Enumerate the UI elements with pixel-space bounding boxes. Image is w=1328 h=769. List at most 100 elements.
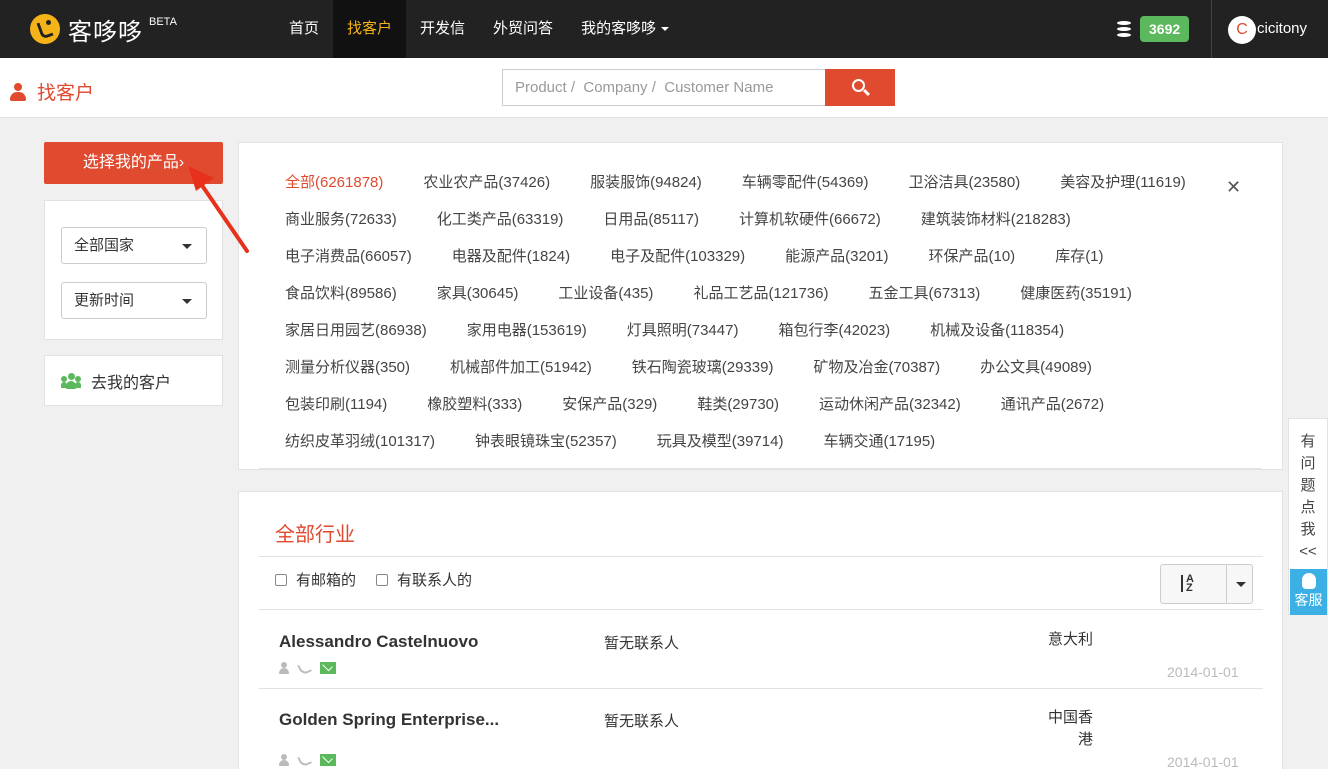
category-item[interactable]: 库存(1) xyxy=(1055,245,1103,266)
sort-button[interactable]: AZ xyxy=(1160,564,1253,604)
category-item[interactable]: 美容及护理(11619) xyxy=(1060,171,1186,192)
category-item[interactable]: 铁石陶瓷玻璃(29339) xyxy=(632,356,774,377)
category-item[interactable]: 日用品(85117) xyxy=(603,208,699,229)
avatar[interactable]: C xyxy=(1228,16,1256,44)
category-item[interactable]: 灯具照明(73447) xyxy=(627,319,739,340)
category-item[interactable]: 电器及配件(1824) xyxy=(452,245,570,266)
category-item[interactable]: 卫浴洁具(23580) xyxy=(909,171,1021,192)
category-item[interactable]: 化工类产品(63319) xyxy=(437,208,564,229)
country: 中国香港 xyxy=(1047,709,1093,748)
has-email-checkbox[interactable]: 有邮箱的 xyxy=(275,569,356,590)
category-item[interactable]: 服装服饰(94824) xyxy=(590,171,702,192)
nav-find-customers[interactable]: 找客户 xyxy=(333,0,407,58)
category-item[interactable]: 通讯产品(2672) xyxy=(1001,393,1104,414)
caret-down-icon[interactable] xyxy=(1227,565,1252,603)
search-button[interactable] xyxy=(825,69,895,106)
nav-home[interactable]: 首页 xyxy=(275,0,333,58)
country: 意大利 xyxy=(1047,631,1093,648)
category-item[interactable]: 车辆零配件(54369) xyxy=(742,171,869,192)
category-item[interactable]: 运动休闲产品(32342) xyxy=(819,393,961,414)
category-item[interactable]: 安保产品(329) xyxy=(562,393,657,414)
category-all[interactable]: 全部(6261878) xyxy=(285,171,383,192)
category-item[interactable]: 橡胶塑料(333) xyxy=(427,393,522,414)
category-item[interactable]: 钟表眼镜珠宝(52357) xyxy=(475,430,617,451)
category-item[interactable]: 电子及配件(103329) xyxy=(610,245,745,266)
category-item[interactable]: 办公文具(49089) xyxy=(980,356,1092,377)
category-item[interactable]: 礼品工艺品(121736) xyxy=(693,282,828,303)
email-icon[interactable] xyxy=(320,754,336,766)
company-name[interactable]: Golden Spring Enterprise... xyxy=(279,710,499,730)
category-item[interactable]: 建筑装饰材料(218283) xyxy=(921,208,1071,229)
category-item[interactable]: 车辆交通(17195) xyxy=(823,430,935,451)
customer-service-button[interactable]: 客服 xyxy=(1290,569,1327,615)
category-item[interactable]: 能源产品(3201) xyxy=(785,245,888,266)
country-select[interactable]: 全部国家 xyxy=(61,227,207,264)
page-title: 找客户 xyxy=(10,78,94,105)
category-item[interactable]: 矿物及冶金(70387) xyxy=(813,356,940,377)
feedback-tab[interactable]: 有 问 题 点 我 << 客服 xyxy=(1288,418,1328,615)
divider xyxy=(259,556,1263,557)
search-input[interactable] xyxy=(502,69,825,106)
category-item[interactable]: 箱包行李(42023) xyxy=(778,319,890,340)
contact-icons xyxy=(279,660,336,676)
contact-icons xyxy=(279,752,336,768)
category-item[interactable]: 纺织皮革羽绒(101317) xyxy=(285,430,435,451)
feedback-text[interactable]: 有 问 题 点 我 << xyxy=(1289,431,1327,563)
nav-trade-qa[interactable]: 外贸问答 xyxy=(479,0,567,58)
category-item[interactable]: 电子消费品(66057) xyxy=(285,245,412,266)
caret-down-icon xyxy=(182,244,192,249)
category-item[interactable]: 健康医药(35191) xyxy=(1020,282,1132,303)
category-item[interactable]: 玩具及模型(39714) xyxy=(657,430,784,451)
category-row: 纺织皮革羽绒(101317) 钟表眼镜珠宝(52357) 玩具及模型(39714… xyxy=(285,430,975,451)
checkbox-icon[interactable] xyxy=(275,573,287,586)
category-item[interactable]: 计算机软硬件(66672) xyxy=(739,208,881,229)
filter-panel: 全部国家 更新时间 xyxy=(44,200,223,340)
category-row: 食品饮料(89586) 家具(30645) 工业设备(435) 礼品工艺品(12… xyxy=(285,282,1172,303)
category-item[interactable]: 农业农产品(37426) xyxy=(423,171,550,192)
category-row: 家居日用园艺(86938) 家用电器(153619) 灯具照明(73447) 箱… xyxy=(285,319,1104,340)
has-contact-checkbox[interactable]: 有联系人的 xyxy=(376,569,472,590)
contact-status: 暂无联系人 xyxy=(604,635,680,652)
category-item[interactable]: 家具(30645) xyxy=(437,282,519,303)
qq-icon xyxy=(1301,573,1316,589)
username[interactable]: cicitony xyxy=(1257,20,1307,37)
update-time-select[interactable]: 更新时间 xyxy=(61,282,207,319)
update-date: 2014-01-01 xyxy=(1167,664,1239,680)
category-item[interactable]: 商业服务(72633) xyxy=(285,208,397,229)
close-icon[interactable]: ✕ xyxy=(1226,177,1241,198)
category-row: 全部(6261878) 农业农产品(37426) 服装服饰(94824) 车辆零… xyxy=(285,171,1226,192)
category-row: 商业服务(72633) 化工类产品(63319) 日用品(85117) 计算机软… xyxy=(285,208,1111,229)
nav-my-account[interactable]: 我的客哆哆 xyxy=(567,0,683,58)
category-item[interactable]: 五金工具(67313) xyxy=(868,282,980,303)
contact-status: 暂无联系人 xyxy=(604,713,680,730)
category-item[interactable]: 家用电器(153619) xyxy=(467,319,587,340)
category-panel: 全部(6261878) 农业农产品(37426) 服装服饰(94824) 车辆零… xyxy=(238,142,1283,470)
category-item[interactable]: 食品饮料(89586) xyxy=(285,282,397,303)
nav-dev-letters[interactable]: 开发信 xyxy=(406,0,479,58)
category-item[interactable]: 机械及设备(118354) xyxy=(930,319,1064,340)
email-icon[interactable] xyxy=(320,662,336,674)
checkbox-icon[interactable] xyxy=(376,573,388,586)
category-item[interactable]: 鞋类(29730) xyxy=(697,393,779,414)
company-name[interactable]: Alessandro Castelnuovo xyxy=(279,632,478,652)
top-navbar: 客哆哆 BETA 首页 找客户 开发信 外贸问答 我的客哆哆 3692 C ci… xyxy=(0,0,1328,58)
phone-icon xyxy=(296,660,313,676)
users-icon xyxy=(61,372,81,389)
coins-icon xyxy=(1117,21,1131,37)
category-item[interactable]: 环保产品(10) xyxy=(929,245,1016,266)
divider xyxy=(259,609,1263,610)
sort-alpha-icon: AZ xyxy=(1181,574,1194,594)
category-item[interactable]: 测量分析仪器(350) xyxy=(285,356,410,377)
category-item[interactable]: 机械部件加工(51942) xyxy=(450,356,592,377)
credits-badge[interactable]: 3692 xyxy=(1140,16,1190,42)
person-icon xyxy=(279,662,289,674)
my-clients-link[interactable]: 去我的客户 xyxy=(44,355,223,406)
sort-toggle[interactable]: AZ xyxy=(1161,565,1227,603)
category-item[interactable]: 家居日用园艺(86938) xyxy=(285,319,427,340)
select-product-button[interactable]: 选择我的产品› xyxy=(44,142,223,184)
category-item[interactable]: 包装印刷(1194) xyxy=(285,393,387,414)
brand-logo[interactable]: 客哆哆 BETA xyxy=(30,14,177,46)
search-icon xyxy=(852,79,865,92)
category-item[interactable]: 工业设备(435) xyxy=(558,282,653,303)
phone-icon xyxy=(296,752,313,768)
